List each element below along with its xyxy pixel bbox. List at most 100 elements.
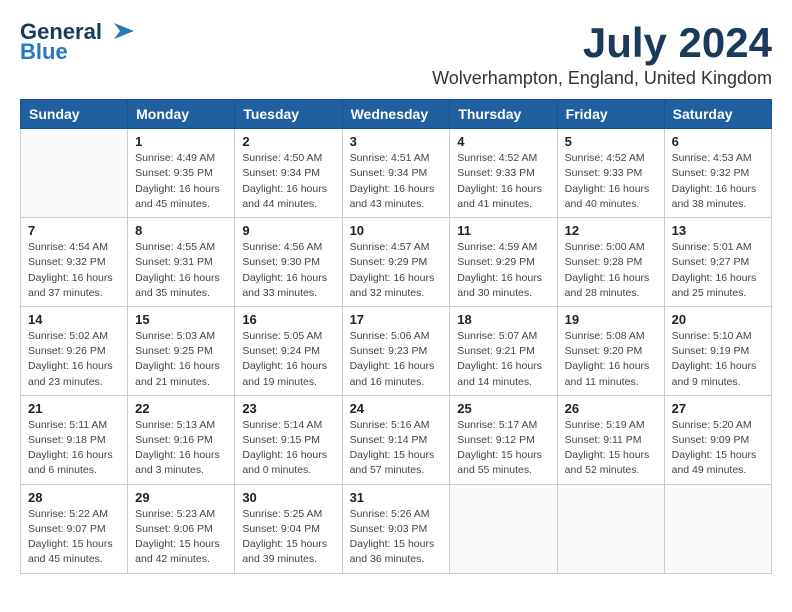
day-info: Sunrise: 4:54 AM Sunset: 9:32 PM Dayligh… <box>28 240 120 301</box>
day-info: Sunrise: 5:13 AM Sunset: 9:16 PM Dayligh… <box>135 418 227 479</box>
logo-text-blue: Blue <box>20 40 68 64</box>
day-number: 19 <box>565 312 657 327</box>
day-number: 20 <box>672 312 764 327</box>
header-tuesday: Tuesday <box>235 100 342 129</box>
calendar-cell: 23 Sunrise: 5:14 AM Sunset: 9:15 PM Dayli… <box>235 395 342 484</box>
calendar-cell: 8 Sunrise: 4:55 AM Sunset: 9:31 PM Daylig… <box>128 218 235 307</box>
day-info: Sunrise: 5:07 AM Sunset: 9:21 PM Dayligh… <box>457 329 549 390</box>
header-monday: Monday <box>128 100 235 129</box>
day-number: 31 <box>350 490 443 505</box>
calendar-cell: 25 Sunrise: 5:17 AM Sunset: 9:12 PM Dayli… <box>450 395 557 484</box>
calendar-cell: 16Sunrise: 5:05 AM Sunset: 9:24 PM Dayli… <box>235 306 342 395</box>
day-info: Sunrise: 5:26 AM Sunset: 9:03 PM Dayligh… <box>350 507 443 568</box>
day-number: 24 <box>350 401 443 416</box>
calendar-cell: 17 Sunrise: 5:06 AM Sunset: 9:23 PM Dayli… <box>342 306 450 395</box>
day-number: 28 <box>28 490 120 505</box>
week-row-1: 1 Sunrise: 4:49 AM Sunset: 9:35 PM Daylig… <box>21 129 772 218</box>
calendar-cell: 20 Sunrise: 5:10 AM Sunset: 9:19 PM Dayli… <box>664 306 771 395</box>
day-info: Sunrise: 5:20 AM Sunset: 9:09 PM Dayligh… <box>672 418 764 479</box>
day-number: 25 <box>457 401 549 416</box>
day-number: 13 <box>672 223 764 238</box>
calendar-cell: 14 Sunrise: 5:02 AM Sunset: 9:26 PM Dayli… <box>21 306 128 395</box>
week-row-2: 7Sunrise: 4:54 AM Sunset: 9:32 PM Daylig… <box>21 218 772 307</box>
day-info: Sunrise: 4:57 AM Sunset: 9:29 PM Dayligh… <box>350 240 443 301</box>
day-info: Sunrise: 4:52 AM Sunset: 9:33 PM Dayligh… <box>457 151 549 212</box>
calendar-cell <box>21 129 128 218</box>
calendar-table: SundayMondayTuesdayWednesdayThursdayFrid… <box>20 99 772 573</box>
day-number: 21 <box>28 401 120 416</box>
day-info: Sunrise: 5:23 AM Sunset: 9:06 PM Dayligh… <box>135 507 227 568</box>
day-number: 27 <box>672 401 764 416</box>
calendar-cell: 21Sunrise: 5:11 AM Sunset: 9:18 PM Dayli… <box>21 395 128 484</box>
day-number: 30 <box>242 490 334 505</box>
day-info: Sunrise: 5:01 AM Sunset: 9:27 PM Dayligh… <box>672 240 764 301</box>
day-number: 3 <box>350 134 443 149</box>
calendar-cell: 4 Sunrise: 4:52 AM Sunset: 9:33 PM Daylig… <box>450 129 557 218</box>
day-info: Sunrise: 4:56 AM Sunset: 9:30 PM Dayligh… <box>242 240 334 301</box>
calendar-cell: 6 Sunrise: 4:53 AM Sunset: 9:32 PM Daylig… <box>664 129 771 218</box>
day-info: Sunrise: 5:05 AM Sunset: 9:24 PM Dayligh… <box>242 329 334 390</box>
calendar-cell: 12 Sunrise: 5:00 AM Sunset: 9:28 PM Dayli… <box>557 218 664 307</box>
calendar-cell <box>450 484 557 573</box>
day-info: Sunrise: 5:16 AM Sunset: 9:14 PM Dayligh… <box>350 418 443 479</box>
day-info: Sunrise: 5:06 AM Sunset: 9:23 PM Dayligh… <box>350 329 443 390</box>
day-number: 18 <box>457 312 549 327</box>
day-number: 2 <box>242 134 334 149</box>
day-info: Sunrise: 4:52 AM Sunset: 9:33 PM Dayligh… <box>565 151 657 212</box>
day-info: Sunrise: 4:59 AM Sunset: 9:29 PM Dayligh… <box>457 240 549 301</box>
calendar-cell: 22 Sunrise: 5:13 AM Sunset: 9:16 PM Dayli… <box>128 395 235 484</box>
calendar-cell: 30Sunrise: 5:25 AM Sunset: 9:04 PM Dayli… <box>235 484 342 573</box>
day-info: Sunrise: 5:03 AM Sunset: 9:25 PM Dayligh… <box>135 329 227 390</box>
calendar-cell: 11 Sunrise: 4:59 AM Sunset: 9:29 PM Dayli… <box>450 218 557 307</box>
logo: General Blue <box>20 20 134 64</box>
day-number: 29 <box>135 490 227 505</box>
day-number: 10 <box>350 223 443 238</box>
calendar-cell: 26Sunrise: 5:19 AM Sunset: 9:11 PM Dayli… <box>557 395 664 484</box>
day-info: Sunrise: 5:02 AM Sunset: 9:26 PM Dayligh… <box>28 329 120 390</box>
calendar-cell: 18 Sunrise: 5:07 AM Sunset: 9:21 PM Dayli… <box>450 306 557 395</box>
day-info: Sunrise: 5:14 AM Sunset: 9:15 PM Dayligh… <box>242 418 334 479</box>
header-thursday: Thursday <box>450 100 557 129</box>
day-number: 26 <box>565 401 657 416</box>
day-number: 5 <box>565 134 657 149</box>
header-wednesday: Wednesday <box>342 100 450 129</box>
day-number: 17 <box>350 312 443 327</box>
calendar-cell: 28Sunrise: 5:22 AM Sunset: 9:07 PM Dayli… <box>21 484 128 573</box>
header-saturday: Saturday <box>664 100 771 129</box>
day-number: 8 <box>135 223 227 238</box>
day-number: 11 <box>457 223 549 238</box>
calendar-cell: 9 Sunrise: 4:56 AM Sunset: 9:30 PM Daylig… <box>235 218 342 307</box>
header-sunday: Sunday <box>21 100 128 129</box>
day-number: 9 <box>242 223 334 238</box>
day-info: Sunrise: 5:00 AM Sunset: 9:28 PM Dayligh… <box>565 240 657 301</box>
header-friday: Friday <box>557 100 664 129</box>
week-row-4: 21Sunrise: 5:11 AM Sunset: 9:18 PM Dayli… <box>21 395 772 484</box>
day-number: 22 <box>135 401 227 416</box>
calendar-cell: 15 Sunrise: 5:03 AM Sunset: 9:25 PM Dayli… <box>128 306 235 395</box>
day-info: Sunrise: 5:10 AM Sunset: 9:19 PM Dayligh… <box>672 329 764 390</box>
calendar-cell: 31 Sunrise: 5:26 AM Sunset: 9:03 PM Dayli… <box>342 484 450 573</box>
day-number: 14 <box>28 312 120 327</box>
calendar-cell: 1 Sunrise: 4:49 AM Sunset: 9:35 PM Daylig… <box>128 129 235 218</box>
calendar-cell: 27 Sunrise: 5:20 AM Sunset: 9:09 PM Dayli… <box>664 395 771 484</box>
page-header: General Blue July 2024 Wolverhampton, En… <box>20 20 772 89</box>
day-number: 23 <box>242 401 334 416</box>
calendar-cell: 3 Sunrise: 4:51 AM Sunset: 9:34 PM Daylig… <box>342 129 450 218</box>
day-info: Sunrise: 4:51 AM Sunset: 9:34 PM Dayligh… <box>350 151 443 212</box>
day-info: Sunrise: 4:49 AM Sunset: 9:35 PM Dayligh… <box>135 151 227 212</box>
calendar-cell <box>664 484 771 573</box>
day-number: 1 <box>135 134 227 149</box>
week-row-5: 28Sunrise: 5:22 AM Sunset: 9:07 PM Dayli… <box>21 484 772 573</box>
calendar-cell: 13 Sunrise: 5:01 AM Sunset: 9:27 PM Dayli… <box>664 218 771 307</box>
day-number: 4 <box>457 134 549 149</box>
calendar-cell: 29 Sunrise: 5:23 AM Sunset: 9:06 PM Dayli… <box>128 484 235 573</box>
week-row-3: 14 Sunrise: 5:02 AM Sunset: 9:26 PM Dayli… <box>21 306 772 395</box>
day-info: Sunrise: 5:17 AM Sunset: 9:12 PM Dayligh… <box>457 418 549 479</box>
day-info: Sunrise: 4:53 AM Sunset: 9:32 PM Dayligh… <box>672 151 764 212</box>
calendar-cell: 10 Sunrise: 4:57 AM Sunset: 9:29 PM Dayli… <box>342 218 450 307</box>
day-number: 12 <box>565 223 657 238</box>
day-number: 15 <box>135 312 227 327</box>
day-info: Sunrise: 4:55 AM Sunset: 9:31 PM Dayligh… <box>135 240 227 301</box>
location-title: Wolverhampton, England, United Kingdom <box>432 68 772 89</box>
day-number: 6 <box>672 134 764 149</box>
